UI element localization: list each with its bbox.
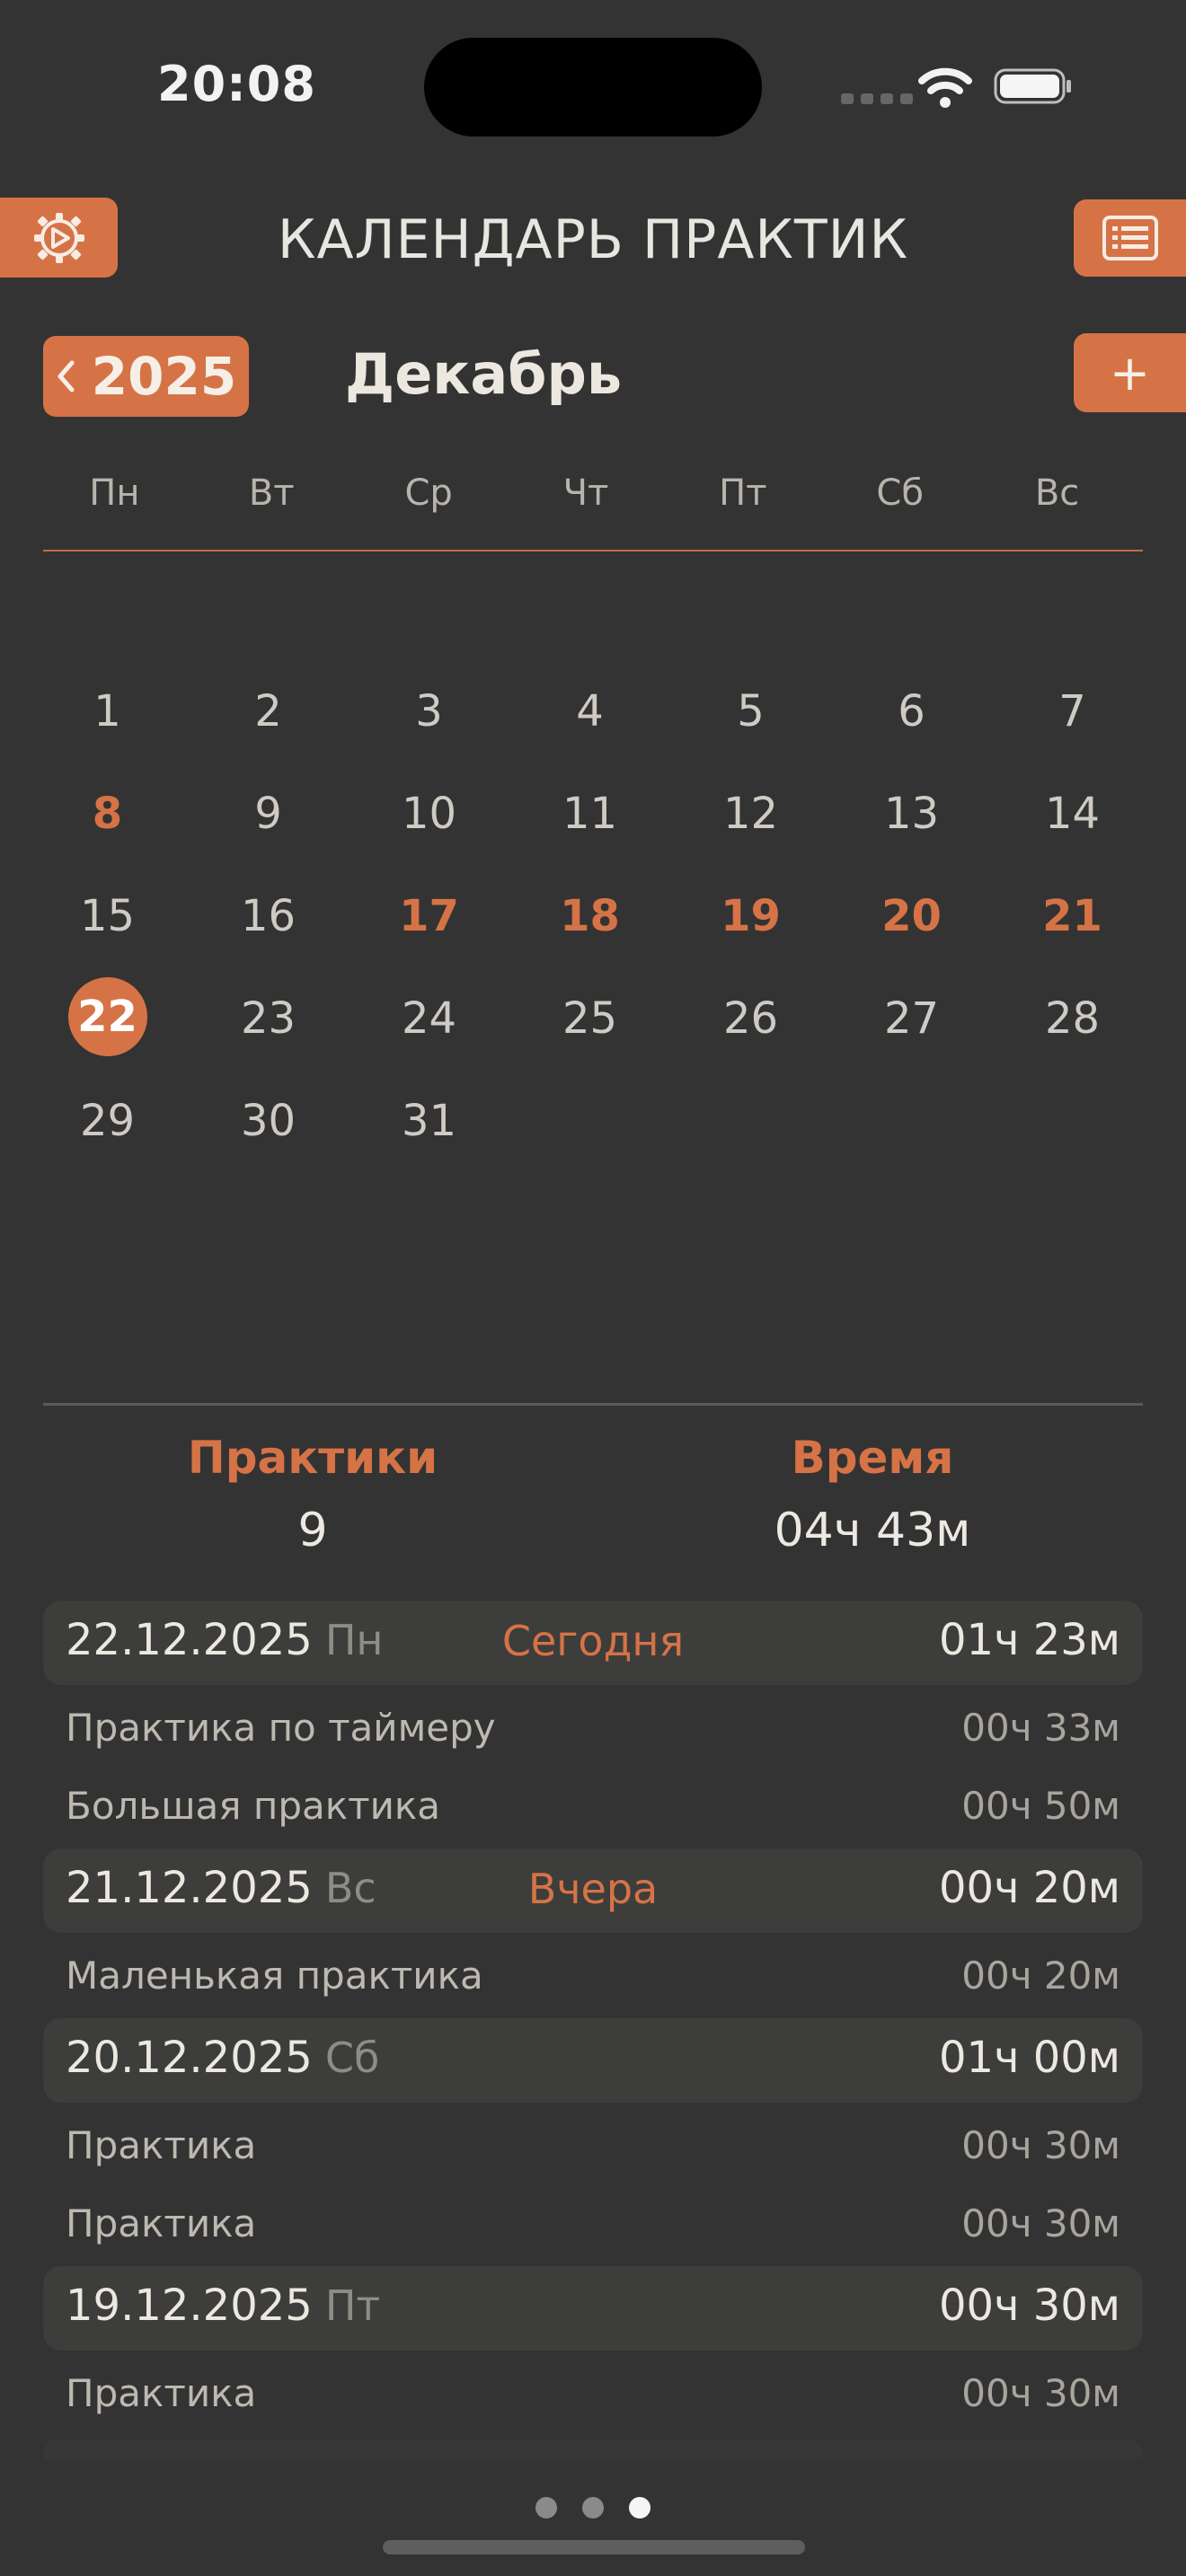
practice-entry[interactable]: Практика 00ч 30м xyxy=(66,2201,1120,2245)
practices-count-value: 9 xyxy=(297,1504,328,1557)
calendar-day[interactable]: 15 xyxy=(27,871,188,974)
day-total-time: 01ч 23м xyxy=(939,1615,1120,1665)
calendar-day[interactable]: 29 xyxy=(27,1076,188,1178)
day-date: 20.12.2025 xyxy=(66,2033,313,2083)
list-icon xyxy=(1102,216,1158,260)
calendar-day[interactable]: 5 xyxy=(670,666,831,769)
add-practice-button[interactable]: + xyxy=(1074,333,1186,412)
dynamic-island xyxy=(424,38,762,137)
calendar-day[interactable]: 24 xyxy=(349,974,509,1076)
calendar-day[interactable]: 16 xyxy=(188,871,349,974)
calendar-day-today[interactable]: 22 xyxy=(27,974,188,1076)
calendar-day[interactable]: 26 xyxy=(670,974,831,1076)
calendar-day[interactable]: 27 xyxy=(831,974,992,1076)
home-indicator[interactable] xyxy=(383,2540,805,2554)
day-summary-row[interactable]: 22.12.2025 Пн Сегодня 01ч 23м xyxy=(43,1601,1143,1685)
calendar-day[interactable]: 30 xyxy=(188,1076,349,1178)
practice-duration: 00ч 33м xyxy=(961,1706,1120,1750)
calendar-day[interactable]: 10 xyxy=(349,769,509,871)
calendar-day[interactable]: 20 xyxy=(831,871,992,974)
day-summary-row[interactable]: 19.12.2025 Пт 00ч 30м xyxy=(43,2266,1143,2351)
calendar-day[interactable]: 12 xyxy=(670,769,831,871)
day-total-time: 00ч 30м xyxy=(939,2280,1120,2331)
calendar-day[interactable]: 14 xyxy=(992,769,1153,871)
weekday-label: Пт xyxy=(719,472,767,514)
practice-entry[interactable]: Большая практика 00ч 50м xyxy=(66,1784,1120,1828)
calendar-day[interactable]: 28 xyxy=(992,974,1153,1076)
list-scroll-edge xyxy=(43,2439,1143,2459)
weekday-label: Вс xyxy=(1034,472,1080,514)
calendar-day[interactable]: 8 xyxy=(27,769,188,871)
calendar-day[interactable]: 4 xyxy=(509,666,670,769)
weekday-label: Ср xyxy=(404,472,453,514)
chevron-left-icon xyxy=(58,360,75,393)
page-title: КАЛЕНДАРЬ ПРАКТИК xyxy=(277,208,909,271)
calendar-day[interactable]: 6 xyxy=(831,666,992,769)
practice-duration: 00ч 30м xyxy=(961,2123,1120,2167)
day-weekday: Пт xyxy=(324,2281,381,2330)
day-total-time: 01ч 00м xyxy=(939,2033,1120,2083)
calendar-day[interactable]: 3 xyxy=(349,666,509,769)
page-indicator[interactable] xyxy=(535,2497,651,2519)
cellular-signal-icon xyxy=(841,93,913,104)
practice-entry[interactable]: Практика 00ч 30м xyxy=(66,2123,1120,2167)
calendar-day[interactable]: 13 xyxy=(831,769,992,871)
practice-name: Большая практика xyxy=(66,1784,440,1828)
practice-duration: 00ч 20м xyxy=(961,1954,1120,1998)
page-dot[interactable] xyxy=(582,2497,604,2519)
weekday-header: Пн Вт Ср Чт Пт Сб Вс xyxy=(43,472,1143,514)
calendar-day[interactable]: 19 xyxy=(670,871,831,974)
practice-duration: 00ч 50м xyxy=(961,1784,1120,1828)
calendar-day[interactable]: 1 xyxy=(27,666,188,769)
page-dot-active[interactable] xyxy=(629,2497,651,2519)
calendar-day[interactable]: 21 xyxy=(992,871,1153,974)
calendar-day[interactable]: 25 xyxy=(509,974,670,1076)
calendar-grid: 1 2 3 4 5 6 7 8 9 10 11 12 13 14 15 16 17 18 19 20 21 22 23 24 2… xyxy=(27,666,1157,1178)
calendar-day[interactable]: 11 xyxy=(509,769,670,871)
calendar-day[interactable]: 17 xyxy=(349,871,509,974)
total-time-label: Время xyxy=(791,1432,954,1484)
calendar-day[interactable]: 23 xyxy=(188,974,349,1076)
practice-name: Маленькая практика xyxy=(66,1954,483,1998)
practice-entry[interactable]: Маленькая практика 00ч 20м xyxy=(66,1954,1120,1998)
practice-name: Практика по таймеру xyxy=(66,1706,496,1750)
divider xyxy=(43,550,1143,551)
practices-count-label: Практики xyxy=(187,1432,438,1484)
day-summary-row[interactable]: 20.12.2025 Сб 01ч 00м xyxy=(43,2018,1143,2103)
day-summary-row[interactable]: 21.12.2025 Вс Вчера 00ч 20м xyxy=(43,1848,1143,1933)
calendar-day[interactable]: 2 xyxy=(188,666,349,769)
practice-entry[interactable]: Практика 00ч 30м xyxy=(66,2371,1120,2415)
practice-name: Практика xyxy=(66,2371,257,2415)
calendar-day[interactable]: 7 xyxy=(992,666,1153,769)
battery-icon xyxy=(994,68,1071,104)
weekday-label: Чт xyxy=(562,472,609,514)
practice-name: Практика xyxy=(66,2201,257,2245)
day-date: 19.12.2025 xyxy=(66,2280,313,2331)
calendar-day[interactable]: 9 xyxy=(188,769,349,871)
practice-duration: 00ч 30м xyxy=(961,2201,1120,2245)
day-weekday: Сб xyxy=(324,2033,380,2082)
list-view-button[interactable] xyxy=(1074,199,1186,277)
practice-duration: 00ч 30м xyxy=(961,2371,1120,2415)
total-time-value: 04ч 43м xyxy=(774,1504,971,1557)
calendar-day[interactable]: 31 xyxy=(349,1076,509,1178)
status-time: 20:08 xyxy=(157,56,316,112)
divider xyxy=(43,1403,1143,1406)
weekday-label: Вт xyxy=(248,472,295,514)
year-label: 2025 xyxy=(91,346,237,407)
weekday-label: Пн xyxy=(89,472,140,514)
calendar-day[interactable]: 18 xyxy=(509,871,670,974)
practice-entry[interactable]: Практика по таймеру 00ч 33м xyxy=(66,1706,1120,1750)
month-title: Декабрь xyxy=(345,341,623,407)
weekday-label: Сб xyxy=(876,472,925,514)
previous-year-button[interactable]: 2025 xyxy=(43,336,249,417)
wifi-icon xyxy=(918,67,972,108)
page-dot[interactable] xyxy=(535,2497,557,2519)
today-marker: 22 xyxy=(67,977,147,1056)
practice-name: Практика xyxy=(66,2123,257,2167)
day-total-time: 00ч 20м xyxy=(939,1863,1120,1913)
